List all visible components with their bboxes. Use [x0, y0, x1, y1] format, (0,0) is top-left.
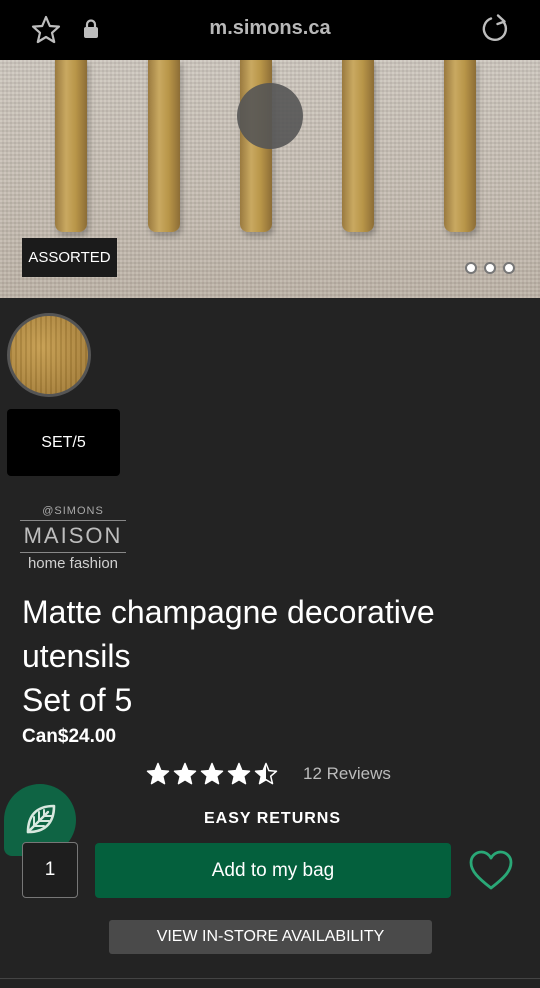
view-in-store-availability-button[interactable]: VIEW IN-STORE AVAILABILITY	[109, 920, 432, 954]
color-swatch-champagne[interactable]	[7, 313, 91, 397]
rating-summary[interactable]: 12 Reviews	[146, 762, 391, 786]
rating-stars	[146, 762, 278, 786]
url-text[interactable]: m.simons.ca	[0, 17, 540, 40]
product-title-line: utensils	[22, 638, 131, 674]
carousel-indicators	[465, 262, 515, 274]
heart-icon[interactable]	[468, 848, 514, 894]
brand-sub-text: home fashion	[27, 555, 119, 572]
utensil-image	[342, 60, 374, 232]
product-price: Can$24.00	[22, 726, 117, 747]
carousel-dot[interactable]	[484, 262, 496, 274]
star-full-icon	[173, 762, 197, 785]
carousel-dot[interactable]	[465, 262, 477, 274]
utensil-image	[55, 60, 87, 232]
star-full-icon	[200, 762, 224, 785]
brand-logo[interactable]: @SIMONS MAISON home fashion	[20, 505, 126, 573]
add-to-bag-button[interactable]: Add to my bag	[95, 843, 451, 898]
star-full-icon	[227, 762, 251, 785]
brand-small-text: @SIMONS	[42, 505, 104, 517]
product-title: Matte champagne decorative utensils Set …	[22, 590, 522, 722]
product-image-carousel[interactable]: ASSORTED	[0, 60, 540, 298]
brand-main-text: MAISON	[23, 523, 123, 548]
assorted-badge: ASSORTED	[22, 238, 117, 277]
utensil-image	[444, 60, 476, 232]
utensil-image	[148, 60, 180, 232]
carousel-dot[interactable]	[503, 262, 515, 274]
quantity-selector[interactable]: 1	[22, 842, 78, 898]
size-option-set5[interactable]: SET/5	[7, 409, 120, 476]
star-full-icon	[146, 762, 170, 785]
reload-icon[interactable]	[479, 13, 511, 45]
brand-divider	[20, 552, 126, 553]
star-half-icon	[254, 762, 278, 785]
reviews-link[interactable]: 12 Reviews	[303, 764, 391, 784]
divider	[0, 978, 540, 979]
product-title-line: Matte champagne decorative	[22, 594, 435, 630]
brand-divider	[20, 520, 126, 521]
browser-toolbar: m.simons.ca	[0, 0, 540, 60]
easy-returns-label[interactable]: EASY RETURNS	[0, 810, 540, 828]
image-zoom-button[interactable]	[237, 83, 303, 149]
product-title-line: Set of 5	[22, 682, 133, 718]
